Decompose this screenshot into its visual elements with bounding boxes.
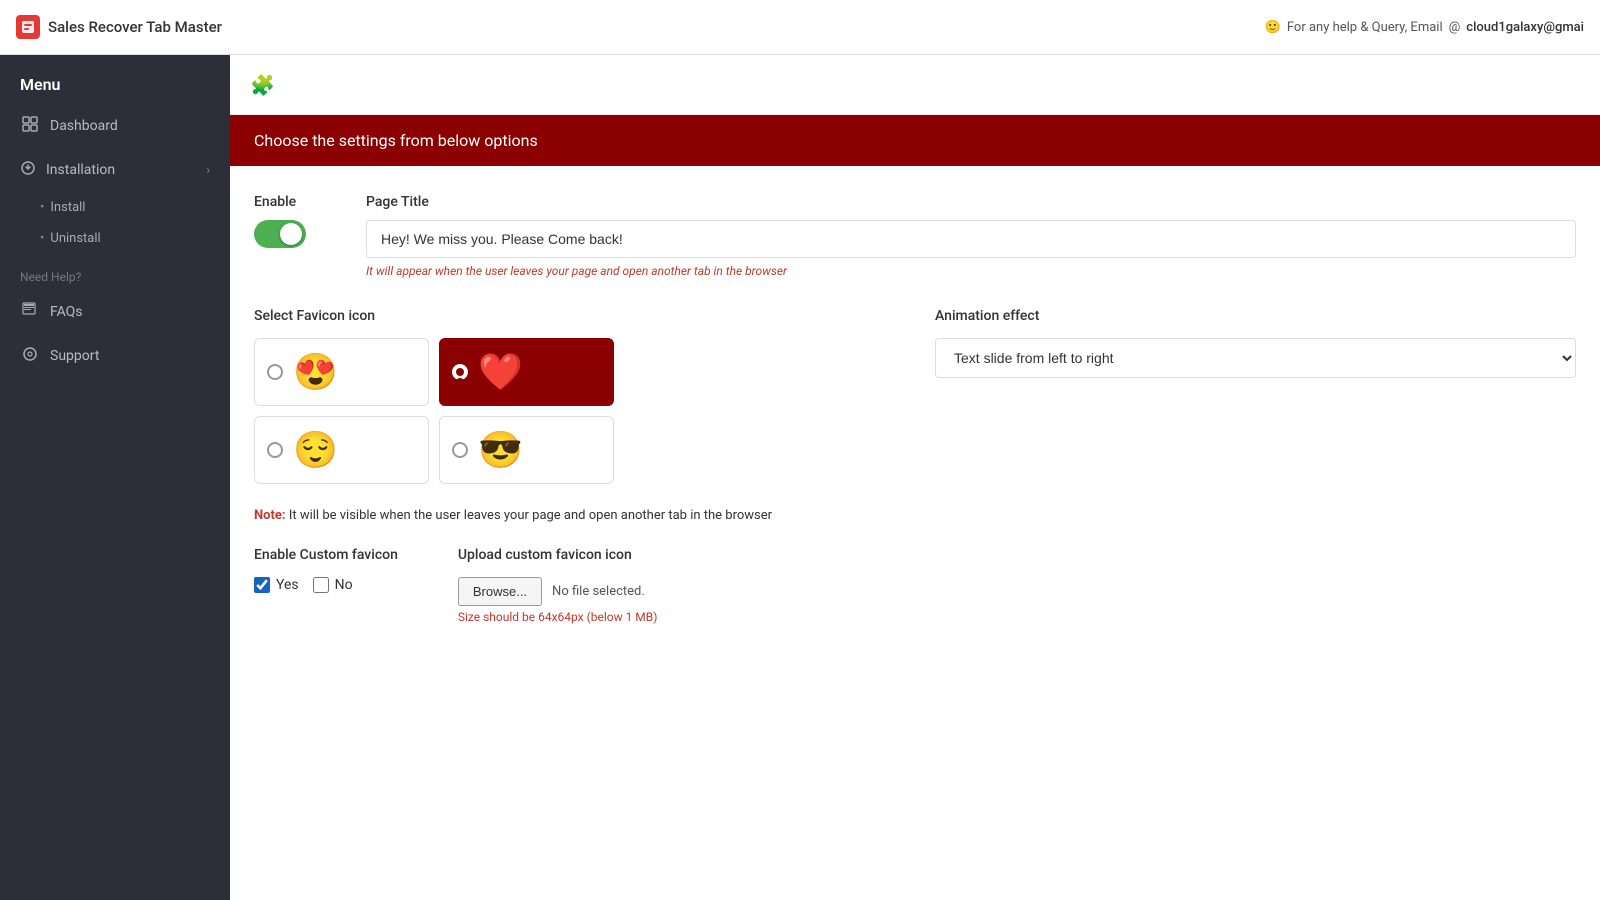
smile-icon: 🙂 [1265,20,1281,35]
favicon-radio-heart-eyes [267,364,283,380]
sidebar-item-uninstall[interactable]: Uninstall [40,223,230,254]
custom-favicon-section: Enable Custom favicon Yes No Upload cus [254,547,1576,624]
favicon-emoji-sunglasses: 😎 [478,429,523,471]
settings-body: Enable Page Title It will appear when th… [230,166,1600,652]
dashboard-icon [20,116,40,136]
support-icon [20,346,40,366]
install-label: Install [50,200,85,215]
enable-pagetitle-row: Enable Page Title It will appear when th… [254,194,1576,278]
favicon-grid: 😍 ❤️ 😌 [254,338,614,484]
favicon-option-sunglasses[interactable]: 😎 [439,416,614,484]
settings-header: Choose the settings from below options [230,115,1600,166]
animation-right: Animation effect Text slide from left to… [935,308,1576,378]
checkbox-group: Yes No [254,577,398,593]
help-text: For any help & Query, Email [1287,20,1443,35]
uninstall-label: Uninstall [50,231,100,246]
no-file-text: No file selected. [552,584,645,599]
main-top-bar: 🧩 [230,55,1600,115]
page-title-field-group: Page Title It will appear when the user … [366,194,1576,278]
page-title-hint: It will appear when the user leaves your… [366,264,1576,278]
size-hint: Size should be 64x64px (below 1 MB) [458,610,658,624]
note-content: It will be visible when the user leaves … [289,508,772,523]
faqs-icon [20,302,40,322]
support-label: Support [50,348,99,364]
no-label: No [335,577,353,593]
custom-favicon-label: Enable Custom favicon [254,547,398,563]
sidebar-item-installation[interactable]: Installation › [0,148,230,192]
sidebar-item-install[interactable]: Install [40,192,230,223]
app-logo: Sales Recover Tab Master [16,15,222,39]
sidebar-item-dashboard[interactable]: Dashboard [0,104,230,148]
favicon-emoji-heart: ❤️ [478,351,523,393]
upload-row: Browse... No file selected. [458,577,658,606]
custom-favicon-right: Upload custom favicon icon Browse... No … [458,547,658,624]
note-text: Note: It will be visible when the user l… [254,508,854,523]
arrow-right-icon: › [206,163,210,177]
sidebar: Menu Dashboard Insta [0,55,230,900]
page-title-input[interactable] [366,220,1576,258]
top-bar-right: 🙂 For any help & Query, Email @ cloud1ga… [1265,20,1584,35]
faqs-label: FAQs [50,304,83,320]
no-checkbox-label[interactable]: No [313,577,353,593]
favicon-option-heart[interactable]: ❤️ [439,338,614,406]
settings-header-title: Choose the settings from below options [254,131,538,150]
top-bar: Sales Recover Tab Master 🙂 For any help … [0,0,1600,55]
toggle-thumb [280,223,302,245]
sidebar-item-faqs[interactable]: FAQs [0,290,230,334]
enable-field-group: Enable [254,194,306,248]
dashboard-label: Dashboard [50,118,118,134]
note-label: Note: [254,508,286,523]
installation-icon [20,160,36,180]
animation-select[interactable]: Text slide from left to right Text slide… [935,338,1576,378]
email-address: cloud1galaxy@gmai [1466,20,1584,35]
main-content: 🧩 Choose the settings from below options… [230,55,1600,900]
sidebar-sub-menu: Install Uninstall [0,192,230,254]
favicon-emoji-heart-eyes: 😍 [293,351,338,393]
page-title-label: Page Title [366,194,1576,210]
need-help-label: Need Help? [0,254,230,290]
toggle-track[interactable] [254,220,306,248]
favicon-section-label: Select Favicon icon [254,308,895,324]
enable-label: Enable [254,194,306,210]
logo-icon [16,15,40,39]
yes-label: Yes [276,577,299,593]
sidebar-item-support[interactable]: Support [0,334,230,378]
animation-label: Animation effect [935,308,1576,324]
yes-checkbox-label[interactable]: Yes [254,577,299,593]
no-checkbox[interactable] [313,577,329,593]
sidebar-menu-label: Menu [0,55,230,104]
installation-label: Installation [46,162,115,178]
favicon-option-heart-eyes[interactable]: 😍 [254,338,429,406]
puzzle-icon: 🧩 [250,73,275,97]
email-at: @ [1449,20,1461,35]
browse-button[interactable]: Browse... [458,577,542,606]
app-layout: Menu Dashboard Insta [0,55,1600,900]
custom-favicon-left: Enable Custom favicon Yes No [254,547,398,593]
app-title: Sales Recover Tab Master [48,18,222,36]
favicon-option-relieved[interactable]: 😌 [254,416,429,484]
enable-toggle[interactable] [254,220,306,248]
yes-checkbox[interactable] [254,577,270,593]
favicon-radio-relieved [267,442,283,458]
favicon-radio-sunglasses [452,442,468,458]
favicon-animation-row: Select Favicon icon 😍 ❤️ [254,308,1576,484]
favicon-left: Select Favicon icon 😍 ❤️ [254,308,895,484]
favicon-radio-heart [452,364,468,380]
upload-section-label: Upload custom favicon icon [458,547,658,563]
favicon-emoji-relieved: 😌 [293,429,338,471]
